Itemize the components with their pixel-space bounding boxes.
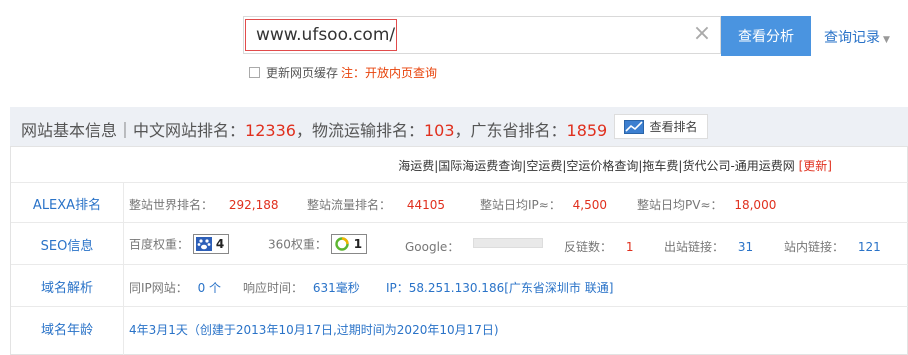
same-ip-label: 同IP网站：: [129, 281, 188, 295]
daily-ip-value: 4,500: [572, 198, 608, 212]
daily-pv: 整站日均PV≈： 18,000: [637, 196, 776, 213]
view-rank-button[interactable]: 查看排名: [614, 114, 708, 139]
baidu-paw-icon: [195, 237, 212, 251]
outbound-links: 出站链接： 31: [664, 238, 753, 255]
title-text: 网站基本信息: [21, 121, 118, 140]
query-history-label: 查询记录: [824, 30, 880, 46]
cache-note: 注：开放内页查询: [341, 66, 438, 80]
alexa-info: 整站世界排名： 292,188: [129, 196, 278, 213]
site-title-text: 海运费|国际海运费查询|空运费|空运价格查询|拖车费|货代公司-通用运费网: [398, 159, 795, 173]
province-rank-value: 1859: [566, 121, 608, 140]
update-link[interactable]: [更新]: [799, 159, 832, 173]
province-rank-label: ，广东省排名：: [454, 121, 567, 140]
divider: [11, 182, 908, 183]
divider: [11, 306, 908, 307]
ip-info[interactable]: IP：58.251.130.186[广东省深圳市 联通]: [386, 279, 613, 296]
ip-label: IP：: [386, 281, 409, 295]
traffic-rank: 整站流量排名： 44105: [307, 196, 445, 213]
column-divider: [123, 183, 124, 355]
dns-label: 域名解析: [40, 281, 93, 296]
ip-value: 58.251.130.186[广东省深圳市 联通]: [408, 281, 614, 295]
s360-weight-value: 1: [353, 237, 363, 251]
outbound-value[interactable]: 31: [738, 240, 753, 254]
traffic-rank-label: 整站流量排名：: [307, 198, 392, 212]
same-ip-value[interactable]: 0 个: [198, 281, 221, 295]
daily-pv-label: 整站日均PV≈：: [637, 198, 723, 212]
internal-label: 站内链接：: [784, 240, 845, 254]
analyze-button[interactable]: 查看分析: [721, 16, 811, 56]
backlinks-label: 反链数：: [564, 240, 613, 254]
cache-checkbox[interactable]: [249, 67, 260, 78]
outbound-label: 出站链接：: [664, 240, 725, 254]
divider: [11, 264, 908, 265]
view-rank-label: 查看排名: [649, 120, 698, 134]
internal-links: 站内链接： 121: [784, 238, 881, 255]
daily-ip: 整站日均IP≈： 4,500: [480, 196, 607, 213]
baidu-weight-value: 4: [215, 237, 225, 251]
cache-option: 更新网页缓存 注：开放内页查询: [249, 64, 437, 81]
cn-rank-value: 12336: [245, 121, 296, 140]
s360-weight-label: 360权重：: [268, 237, 327, 252]
domain-age-value: 4年3月1天（创建于2013年10月17日,过期时间为2020年10月17日): [129, 323, 499, 337]
baidu-weight-badge[interactable]: 4: [192, 234, 230, 254]
google-pr-bar: [473, 238, 543, 248]
alexa-label: ALEXA排名: [32, 198, 102, 213]
baidu-weight-label: 百度权重：: [129, 237, 190, 252]
cache-label: 更新网页缓存: [266, 66, 339, 80]
s360-weight-badge[interactable]: 1: [330, 234, 368, 254]
same-ip: 同IP网站： 0 个: [129, 279, 221, 296]
response-label: 响应时间：: [243, 281, 304, 295]
response-value: 631毫秒: [312, 281, 360, 295]
site-title-links[interactable]: 海运费|国际海运费查询|空运费|空运价格查询|拖车费|货代公司-通用运费网 [更…: [398, 157, 832, 174]
cn-rank-label: ｜中文网站排名：: [117, 121, 246, 140]
divider: [11, 222, 908, 223]
url-input[interactable]: [245, 19, 397, 51]
daily-pv-value: 18,000: [734, 198, 777, 212]
world-rank-label: 整站世界排名：: [129, 198, 214, 212]
panel-title: 网站基本信息｜中文网站排名：12336，物流运输排名：103，广东省排名：185…: [21, 117, 607, 141]
backlinks-value[interactable]: 1: [626, 240, 634, 254]
response-time: 响应时间： 631毫秒: [243, 279, 360, 296]
360-logo-icon: [334, 237, 350, 251]
backlinks: 反链数： 1: [564, 238, 633, 255]
trend-chart-icon: [624, 119, 645, 134]
internal-value[interactable]: 121: [858, 240, 881, 254]
query-history-link[interactable]: 查询记录 ▼: [824, 27, 890, 47]
world-rank-value: 292,188: [228, 198, 279, 212]
clear-icon[interactable]: ×: [690, 22, 714, 46]
domain-age-label: 域名年龄: [40, 323, 93, 338]
daily-ip-label: 整站日均IP≈：: [480, 198, 561, 212]
logistics-rank-label: ，物流运输排名：: [295, 121, 424, 140]
s360-weight: 360权重： 1: [268, 234, 368, 254]
seo-label: SEO信息: [40, 239, 94, 254]
caret-down-icon: ▼: [883, 35, 890, 45]
baidu-weight: 百度权重： 4: [129, 234, 230, 254]
traffic-rank-value: 44105: [406, 198, 446, 212]
logistics-rank-value: 103: [423, 121, 455, 140]
google-label: Google：: [405, 240, 460, 254]
